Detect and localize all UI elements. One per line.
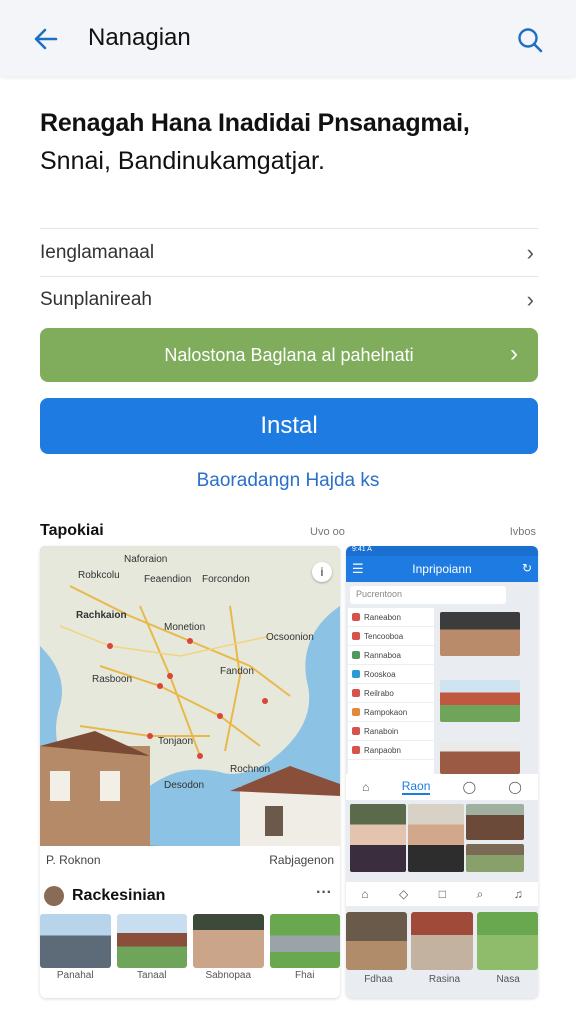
refresh-icon: ↻	[521, 561, 532, 575]
map-label: Forcondon	[202, 574, 250, 585]
chevron-right-icon: ›	[526, 287, 534, 312]
app-list-item: Raneabon	[348, 608, 434, 627]
app-caption: Nasa	[496, 974, 520, 985]
map-image: Naforaion Robkcolu Feaendion Forcondon R…	[40, 546, 340, 846]
app-caption: Fdhaa	[364, 974, 393, 985]
square-icon: □	[438, 887, 446, 901]
app-photo	[466, 804, 524, 840]
app-photo	[466, 844, 524, 872]
app-photo	[476, 912, 538, 970]
thumbnail-image[interactable]	[116, 914, 187, 968]
install-button-label: Instal	[260, 412, 318, 439]
thumbnail-caption: Sabnopaa	[205, 970, 252, 981]
install-button[interactable]: Instal	[40, 398, 538, 454]
bell-icon: ♫	[513, 887, 523, 901]
app-list-item: Reilrabo	[348, 684, 434, 703]
feed-header: Rackesinian ···	[40, 876, 340, 916]
map-label: Robkcolu	[78, 570, 120, 581]
section-label: Tapokiai	[40, 522, 104, 539]
app-list-item: Rooskoa	[348, 665, 434, 684]
headline-line-2: Snnai, Bandinukamgatjar.	[40, 147, 325, 175]
app-tab-row: ⌂ Raon ◯ ◯	[346, 774, 538, 800]
map-label: Rasboon	[92, 674, 133, 685]
phone-status-bar: 9:41 A	[346, 546, 538, 556]
app-list-item: Ranpaobn	[348, 741, 434, 760]
app-photo	[346, 912, 408, 970]
map-label: Fandon	[220, 666, 254, 677]
section-meta-left: Uvo oo	[310, 526, 345, 538]
map-label: Desodon	[164, 780, 205, 791]
list-row-2[interactable]: Sunplanireah ›	[40, 276, 538, 324]
thumbnail-image[interactable]	[40, 914, 111, 968]
back-arrow-icon[interactable]	[32, 26, 60, 52]
list-row-1[interactable]: Ienglamanaal ›	[40, 228, 538, 276]
app-bar: Nanagian	[0, 0, 576, 76]
app-list: Raneabon Tencooboa Rannaboa Rooskoa Reil…	[348, 608, 434, 778]
thumbnail-image[interactable]	[269, 914, 340, 968]
page-title: Nanagian	[88, 24, 191, 51]
map-label: Rachkaion	[76, 610, 127, 621]
list-row-label: Sunplanireah	[40, 289, 152, 310]
app-title: Inpripoiann	[412, 562, 472, 576]
map-graphic	[40, 546, 340, 846]
search-icon: ⌕	[476, 886, 484, 901]
app-list-item: Tencooboa	[348, 627, 434, 646]
profile-icon: ◯	[508, 780, 522, 794]
app-caption: Rasina	[428, 974, 461, 985]
screenshot-card-app[interactable]: 9:41 A ☰ Inpripoiann ↻ Pucrentoon Raneab…	[346, 546, 538, 998]
home-icon: ⌂	[362, 780, 370, 794]
more-options-icon[interactable]: ···	[316, 884, 332, 902]
headline-line-1: Renagah Hana Inadidai Pnsanagmai,	[40, 109, 470, 137]
app-photo	[408, 804, 464, 872]
thumbnail-row	[40, 914, 340, 968]
search-icon[interactable]	[516, 26, 544, 54]
chevron-right-icon: ›	[510, 340, 518, 367]
map-caption-right: Rabjagenon	[269, 853, 334, 867]
list-row-label: Ienglamanaal	[40, 241, 155, 263]
map-label: Monetion	[164, 622, 206, 633]
thumbnail-caption: Fhai	[295, 970, 315, 981]
app-search-field: Pucrentoon	[350, 586, 506, 604]
app-list-item: Ranaboin	[348, 722, 434, 741]
app-photo	[350, 804, 406, 872]
thumbnail-image[interactable]	[193, 914, 264, 968]
secondary-action-button[interactable]: Nalostona Baglana al pahelnati ›	[40, 328, 538, 382]
app-list-item: Rannaboa	[348, 646, 434, 665]
map-label: Rochnon	[230, 764, 271, 775]
feed-title: Rackesinian	[72, 887, 166, 904]
chevron-right-icon: ›	[526, 239, 534, 265]
app-header: ☰ Inpripoiann ↻	[346, 556, 538, 582]
app-list-item: Rampokaon	[348, 703, 434, 722]
map-info-icon[interactable]: i	[312, 562, 332, 582]
map-label: Ocsoonion	[266, 632, 314, 643]
section-meta-right: Ivbos	[509, 526, 536, 538]
screenshot-card-map[interactable]: Naforaion Robkcolu Feaendion Forcondon R…	[40, 546, 340, 998]
headline: Renagah Hana Inadidai Pnsanagmai, Snnai,…	[40, 104, 540, 180]
chat-icon: ◯	[462, 780, 477, 794]
map-label: Feaendion	[144, 574, 192, 585]
thumbnail-captions: Panahal Tanaal Sabnopaa Fhai	[40, 970, 340, 996]
app-photo	[440, 612, 520, 656]
avatar	[44, 886, 64, 906]
bag-icon: ◇	[399, 887, 409, 901]
map-caption-row: P. Roknon Rabjagenon	[40, 846, 340, 874]
app-photo	[440, 680, 520, 722]
map-label: Tonjaon	[158, 736, 194, 747]
app-photo-strip	[346, 912, 538, 970]
app-photo	[440, 742, 520, 774]
secondary-action-label: Nalostona Baglana al pahelnati	[164, 344, 414, 365]
app-bottom-nav: ⌂ ◇ □ ⌕ ♫	[346, 882, 538, 906]
app-captions: Fdhaa Rasina Nasa	[346, 974, 538, 994]
map-label: Naforaion	[124, 554, 168, 565]
thumbnail-caption: Panahal	[56, 970, 94, 981]
home-icon: ⌂	[361, 887, 369, 901]
more-link[interactable]: Baoradangn Hajda ks	[0, 470, 576, 492]
menu-icon: ☰	[352, 561, 364, 576]
active-tab: Raon	[401, 779, 431, 795]
app-photo	[411, 912, 473, 970]
thumbnail-caption: Tanaal	[137, 970, 167, 981]
map-caption-left: P. Roknon	[46, 853, 101, 867]
